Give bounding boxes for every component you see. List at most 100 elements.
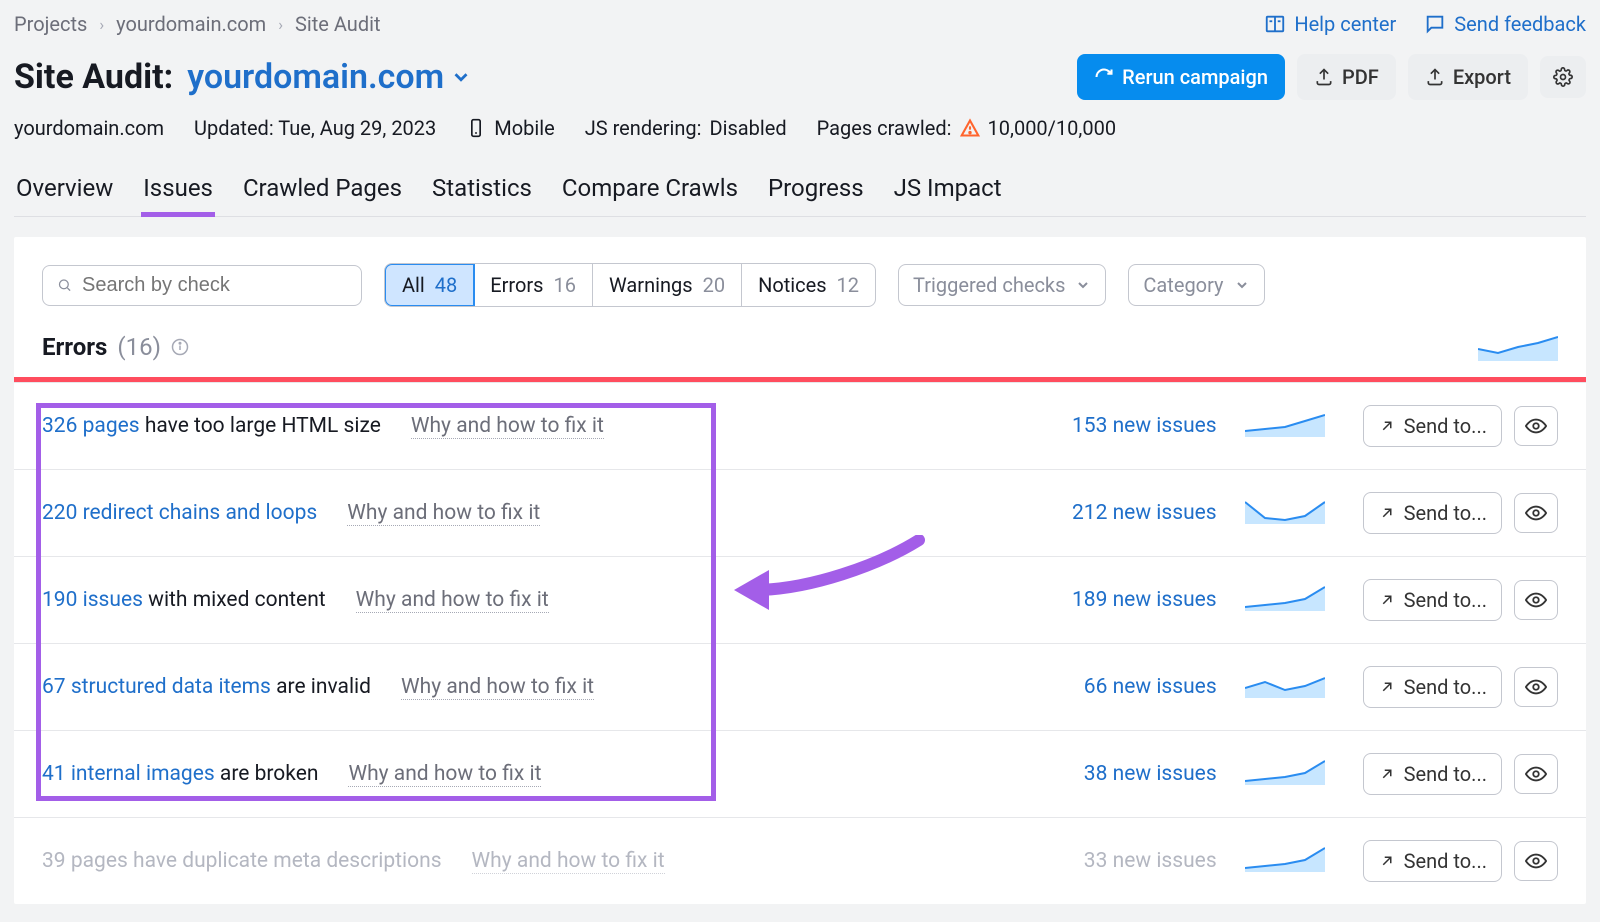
- segment-notices[interactable]: Notices 12: [742, 264, 875, 306]
- send-to-button[interactable]: Send to...: [1363, 666, 1502, 708]
- hide-issue-button[interactable]: [1514, 493, 1558, 533]
- segment-warnings-count: 20: [703, 273, 725, 297]
- sparkline-icon: [1245, 496, 1325, 524]
- rerun-label: Rerun campaign: [1122, 65, 1268, 89]
- tab-compare-crawls[interactable]: Compare Crawls: [560, 170, 740, 216]
- meta-js-rendering: JS rendering: Disabled: [585, 116, 787, 140]
- eye-icon: [1525, 502, 1547, 524]
- send-feedback-link[interactable]: Send feedback: [1424, 12, 1586, 36]
- chevron-right-icon: ›: [278, 15, 283, 34]
- hide-issue-button[interactable]: [1514, 754, 1558, 794]
- segment-errors[interactable]: Errors 16: [474, 264, 593, 306]
- new-issues-link[interactable]: 66 new issues: [1084, 675, 1217, 699]
- mobile-icon: [466, 117, 486, 139]
- issue-link[interactable]: 67 structured data items: [42, 675, 271, 699]
- sparkline-icon: [1245, 757, 1325, 785]
- why-fix-link[interactable]: Why and how to fix it: [348, 762, 541, 787]
- info-icon[interactable]: [171, 338, 189, 356]
- export-button[interactable]: Export: [1408, 54, 1528, 100]
- breadcrumb-domain[interactable]: yourdomain.com: [116, 12, 266, 36]
- category-label: Category: [1143, 273, 1223, 297]
- tab-issues[interactable]: Issues: [141, 170, 215, 216]
- new-issues-link[interactable]: 153 new issues: [1072, 414, 1217, 438]
- share-icon: [1378, 678, 1396, 696]
- new-issues-link[interactable]: 33 new issues: [1084, 849, 1217, 873]
- why-fix-link[interactable]: Why and how to fix it: [347, 501, 540, 526]
- issue-link[interactable]: 41 internal images: [42, 762, 215, 786]
- segment-errors-label: Errors: [490, 273, 543, 297]
- issue-link[interactable]: 190 issues: [42, 588, 143, 612]
- hide-issue-button[interactable]: [1514, 406, 1558, 446]
- segment-notices-count: 12: [837, 273, 859, 297]
- send-to-label: Send to...: [1404, 501, 1487, 525]
- search-input[interactable]: [82, 274, 347, 297]
- export-label: Export: [1453, 65, 1511, 89]
- domain-dropdown[interactable]: yourdomain.com: [187, 57, 472, 97]
- why-fix-link[interactable]: Why and how to fix it: [472, 849, 665, 874]
- meta-device-label: Mobile: [494, 116, 554, 140]
- help-center-link[interactable]: Help center: [1264, 12, 1396, 36]
- pdf-button[interactable]: PDF: [1297, 54, 1396, 100]
- tab-progress[interactable]: Progress: [766, 170, 866, 216]
- meta-updated: Updated: Tue, Aug 29, 2023: [194, 116, 436, 140]
- issue-link[interactable]: 326 pages: [42, 414, 140, 438]
- gear-icon: [1553, 67, 1573, 87]
- segment-warnings[interactable]: Warnings 20: [593, 264, 742, 306]
- segment-warnings-label: Warnings: [609, 273, 693, 297]
- severity-segments: All 48 Errors 16 Warnings 20 Notices 12: [384, 263, 876, 307]
- meta-js-label: JS rendering:: [585, 116, 702, 140]
- hide-issue-button[interactable]: [1514, 841, 1558, 881]
- sparkline-icon: [1478, 333, 1558, 361]
- rerun-campaign-button[interactable]: Rerun campaign: [1077, 54, 1285, 100]
- settings-button[interactable]: [1540, 56, 1586, 98]
- why-fix-link[interactable]: Why and how to fix it: [411, 414, 604, 439]
- issue-text: have duplicate meta descriptions: [128, 849, 442, 873]
- domain-label: yourdomain.com: [187, 57, 444, 97]
- upload-icon: [1425, 67, 1445, 87]
- triggered-checks-label: Triggered checks: [913, 273, 1065, 297]
- hide-issue-button[interactable]: [1514, 580, 1558, 620]
- why-fix-link[interactable]: Why and how to fix it: [401, 675, 594, 700]
- issue-link[interactable]: 39 pages: [42, 849, 128, 873]
- tab-js-impact[interactable]: JS Impact: [892, 170, 1004, 216]
- send-to-button[interactable]: Send to...: [1363, 492, 1502, 534]
- category-dropdown[interactable]: Category: [1128, 264, 1264, 306]
- issue-link[interactable]: 220 redirect chains and loops: [42, 501, 317, 525]
- sparkline-icon: [1245, 844, 1325, 872]
- send-to-button[interactable]: Send to...: [1363, 840, 1502, 882]
- new-issues-link[interactable]: 212 new issues: [1072, 501, 1217, 525]
- breadcrumb-site-audit[interactable]: Site Audit: [295, 12, 381, 36]
- segment-all[interactable]: All 48: [384, 263, 475, 307]
- meta-crawled-label: Pages crawled:: [817, 116, 952, 140]
- meta-domain: yourdomain.com: [14, 116, 164, 140]
- hide-issue-button[interactable]: [1514, 667, 1558, 707]
- chevron-down-icon: [450, 66, 472, 88]
- search-input-wrapper[interactable]: [42, 265, 362, 306]
- help-center-label: Help center: [1294, 12, 1396, 36]
- tab-overview[interactable]: Overview: [14, 170, 115, 216]
- issue-text: are broken: [215, 762, 319, 786]
- send-to-label: Send to...: [1404, 588, 1487, 612]
- meta-pages-crawled: Pages crawled: 10,000/10,000: [817, 116, 1116, 140]
- tabs: Overview Issues Crawled Pages Statistics…: [14, 170, 1586, 217]
- issue-text: are invalid: [271, 675, 371, 699]
- upload-icon: [1314, 67, 1334, 87]
- new-issues-link[interactable]: 38 new issues: [1084, 762, 1217, 786]
- triggered-checks-dropdown[interactable]: Triggered checks: [898, 264, 1106, 306]
- send-to-button[interactable]: Send to...: [1363, 579, 1502, 621]
- eye-icon: [1525, 415, 1547, 437]
- breadcrumb-projects[interactable]: Projects: [14, 12, 87, 36]
- eye-icon: [1525, 589, 1547, 611]
- why-fix-link[interactable]: Why and how to fix it: [356, 588, 549, 613]
- tab-statistics[interactable]: Statistics: [430, 170, 534, 216]
- send-to-label: Send to...: [1404, 849, 1487, 873]
- send-to-button[interactable]: Send to...: [1363, 753, 1502, 795]
- issue-row: 41 internal images are broken Why and ho…: [14, 730, 1586, 817]
- new-issues-link[interactable]: 189 new issues: [1072, 588, 1217, 612]
- chevron-down-icon: [1075, 277, 1091, 293]
- send-to-button[interactable]: Send to...: [1363, 405, 1502, 447]
- tab-crawled-pages[interactable]: Crawled Pages: [241, 170, 404, 216]
- eye-icon: [1525, 676, 1547, 698]
- chevron-right-icon: ›: [99, 15, 104, 34]
- issue-text: have too large HTML size: [140, 414, 381, 438]
